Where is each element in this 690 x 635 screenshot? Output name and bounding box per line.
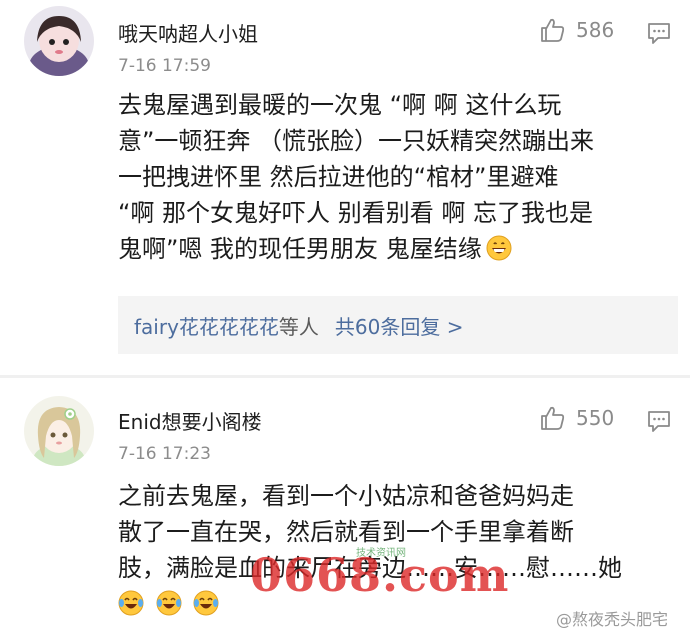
replies-summary[interactable]: fairy花花花花花 等人 共60条回复 > [118,296,678,354]
username[interactable]: Enid想要小阁楼 [118,406,262,435]
tears-of-joy-emoji [193,590,219,616]
reply-users-link[interactable]: fairy花花花花花 [134,311,279,340]
tears-of-joy-emoji [118,590,144,616]
like-count: 550 [576,406,615,430]
thumbs-up-icon [541,18,565,42]
avatar[interactable] [24,6,94,76]
comment-icon[interactable] [646,20,672,46]
comment-line: 去鬼屋遇到最暖的一次鬼 “啊 啊 这什么玩 [118,91,562,119]
comment-line-text: 鬼啊”嗯 我的现任男朋友 鬼屋结缘 [118,235,482,263]
comment-item: 哦天呐超人小姐 7-16 17:59 586 去鬼屋遇到最暖的一次鬼 “啊 啊 … [0,0,690,375]
comment-text: 去鬼屋遇到最暖的一次鬼 “啊 啊 这什么玩 意”一顿狂奔 （慌张脸）一只妖精突然… [118,87,678,267]
like-button[interactable]: 586 [538,16,614,44]
reply-count-link[interactable]: 共60条回复 > [335,311,464,340]
comment-icon[interactable] [646,408,672,434]
comment-time: 7-16 17:59 [118,56,211,76]
comment-line: 意”一顿狂奔 （慌张脸）一只妖精突然蹦出来 [118,127,595,155]
comment-line: 鬼啊”嗯 我的现任男朋友 鬼屋结缘 [118,231,678,267]
like-button[interactable]: 550 [538,404,614,432]
weibo-watermark: @熬夜秃头肥宅 [556,610,669,629]
grinning-emoji [486,235,512,261]
reply-etc: 等人 [278,314,319,339]
like-count: 586 [576,18,615,42]
site-watermark: 0668.com [250,548,510,602]
thumbs-up-icon [541,406,565,430]
comment-time: 7-16 17:23 [118,444,211,464]
comment-line: 一把拽进怀里 然后拉进他的“棺材”里避难 [118,163,559,191]
comment-line: “啊 那个女鬼好吓人 别看别看 啊 忘了我也是 [118,199,593,227]
avatar[interactable] [24,396,94,466]
tears-of-joy-emoji [156,590,182,616]
comment-line: 之前去鬼屋，看到一个小姑凉和爸爸妈妈走 [118,482,574,510]
username[interactable]: 哦天呐超人小姐 [118,18,258,47]
